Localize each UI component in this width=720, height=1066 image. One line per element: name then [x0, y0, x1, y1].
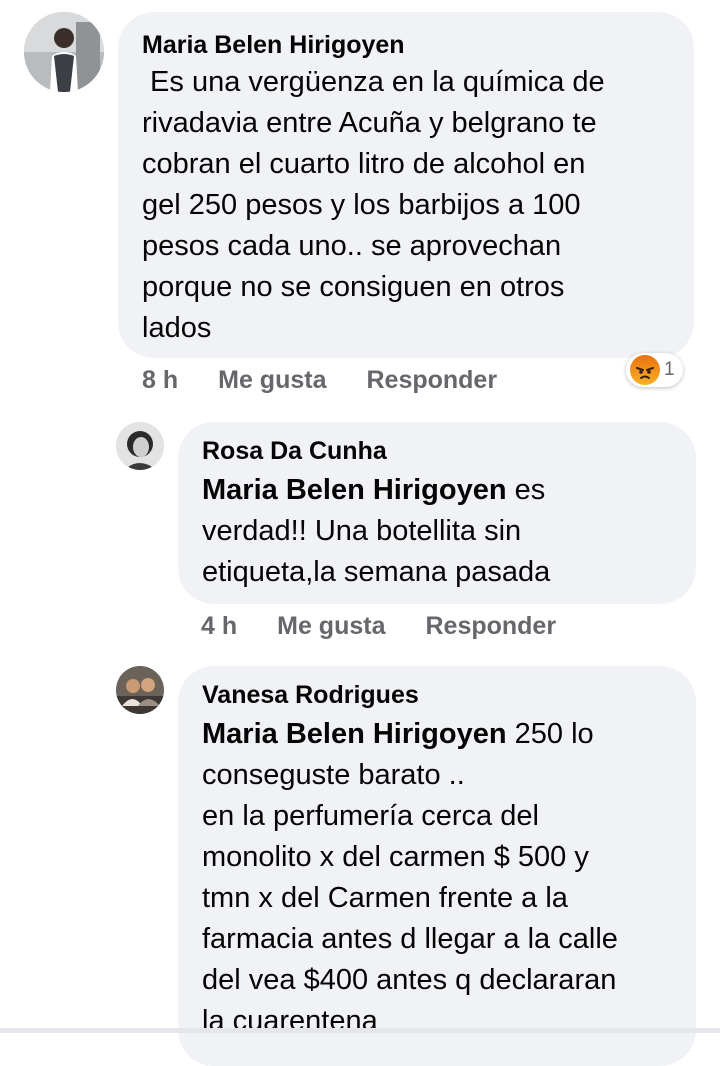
reply-line: monolito x del carmen $ 500 y [202, 841, 589, 873]
mention-link[interactable]: Maria Belen Hirigoyen [202, 718, 507, 750]
reply-button[interactable]: Responder [366, 366, 497, 395]
reply-line: del vea $400 antes q declararan [202, 964, 617, 996]
reply-line: etiqueta,la semana pasada [202, 556, 551, 588]
comment-line: gel 250 pesos y los barbijos a 100 [142, 189, 581, 221]
comment-bubble: Maria Belen Hirigoyen Es una vergüenza e… [118, 12, 694, 358]
comment-author[interactable]: Maria Belen Hirigoyen [142, 30, 694, 60]
reply-bubble: Rosa Da Cunha Maria Belen Hirigoyen es v… [178, 422, 696, 604]
comment-line: lados [142, 312, 212, 344]
angry-reaction-icon [630, 355, 660, 385]
like-button[interactable]: Me gusta [218, 366, 326, 395]
profile-photo-icon [116, 422, 164, 470]
comment-actions: 8 h Me gusta Responder [142, 364, 497, 396]
screen-bottom-edge [0, 1028, 720, 1033]
comment-line: porque no se consiguen en otros [142, 271, 565, 303]
avatar[interactable] [24, 12, 104, 92]
reply-text-fragment: es [506, 474, 546, 506]
reply-text-fragment: 250 lo [506, 718, 594, 750]
reply-text: Maria Belen Hirigoyen 250 lo conseguste … [202, 714, 696, 1042]
reply-line: la cuarentena [202, 1005, 378, 1037]
reply-line: Maria Belen Hirigoyen 250 lo [202, 714, 696, 755]
reply-bubble: Vanesa Rodrigues Maria Belen Hirigoyen 2… [178, 666, 696, 1066]
reply-button[interactable]: Responder [425, 612, 556, 641]
reply-line: farmacia antes d llegar a la calle [202, 923, 618, 955]
reply-line: verdad!! Una botellita sin [202, 515, 522, 547]
comment-line: Es una vergüenza en la química de [142, 66, 605, 98]
comment-line: rivadavia entre Acuña y belgrano te [142, 107, 597, 139]
reply-line: conseguste barato .. [202, 759, 465, 791]
avatar[interactable] [116, 666, 164, 714]
reply-line: en la perfumería cerca del [202, 800, 539, 832]
like-button[interactable]: Me gusta [277, 612, 385, 641]
reaction-summary[interactable]: 1 [626, 353, 683, 387]
avatar[interactable] [116, 422, 164, 470]
reply-actions: 4 h Me gusta Responder [201, 610, 556, 642]
comment-line: pesos cada uno.. se aprovechan [142, 230, 562, 262]
mention-link[interactable]: Maria Belen Hirigoyen [202, 474, 507, 506]
reply-text: Maria Belen Hirigoyen es verdad!! Una bo… [202, 470, 696, 593]
reply-timestamp[interactable]: 4 h [201, 612, 237, 641]
profile-photo-icon [24, 12, 104, 92]
reaction-count: 1 [664, 359, 675, 380]
comment-line: cobran el cuarto litro de alcohol en [142, 148, 586, 180]
reply-author[interactable]: Vanesa Rodrigues [202, 680, 696, 710]
reply-line: Maria Belen Hirigoyen es [202, 470, 696, 511]
reply-author[interactable]: Rosa Da Cunha [202, 436, 696, 466]
comment-text: Es una vergüenza en la química de rivada… [142, 62, 694, 349]
comment-timestamp[interactable]: 8 h [142, 366, 178, 395]
profile-photo-icon [116, 666, 164, 714]
reply-line: tmn x del Carmen frente a la [202, 882, 568, 914]
